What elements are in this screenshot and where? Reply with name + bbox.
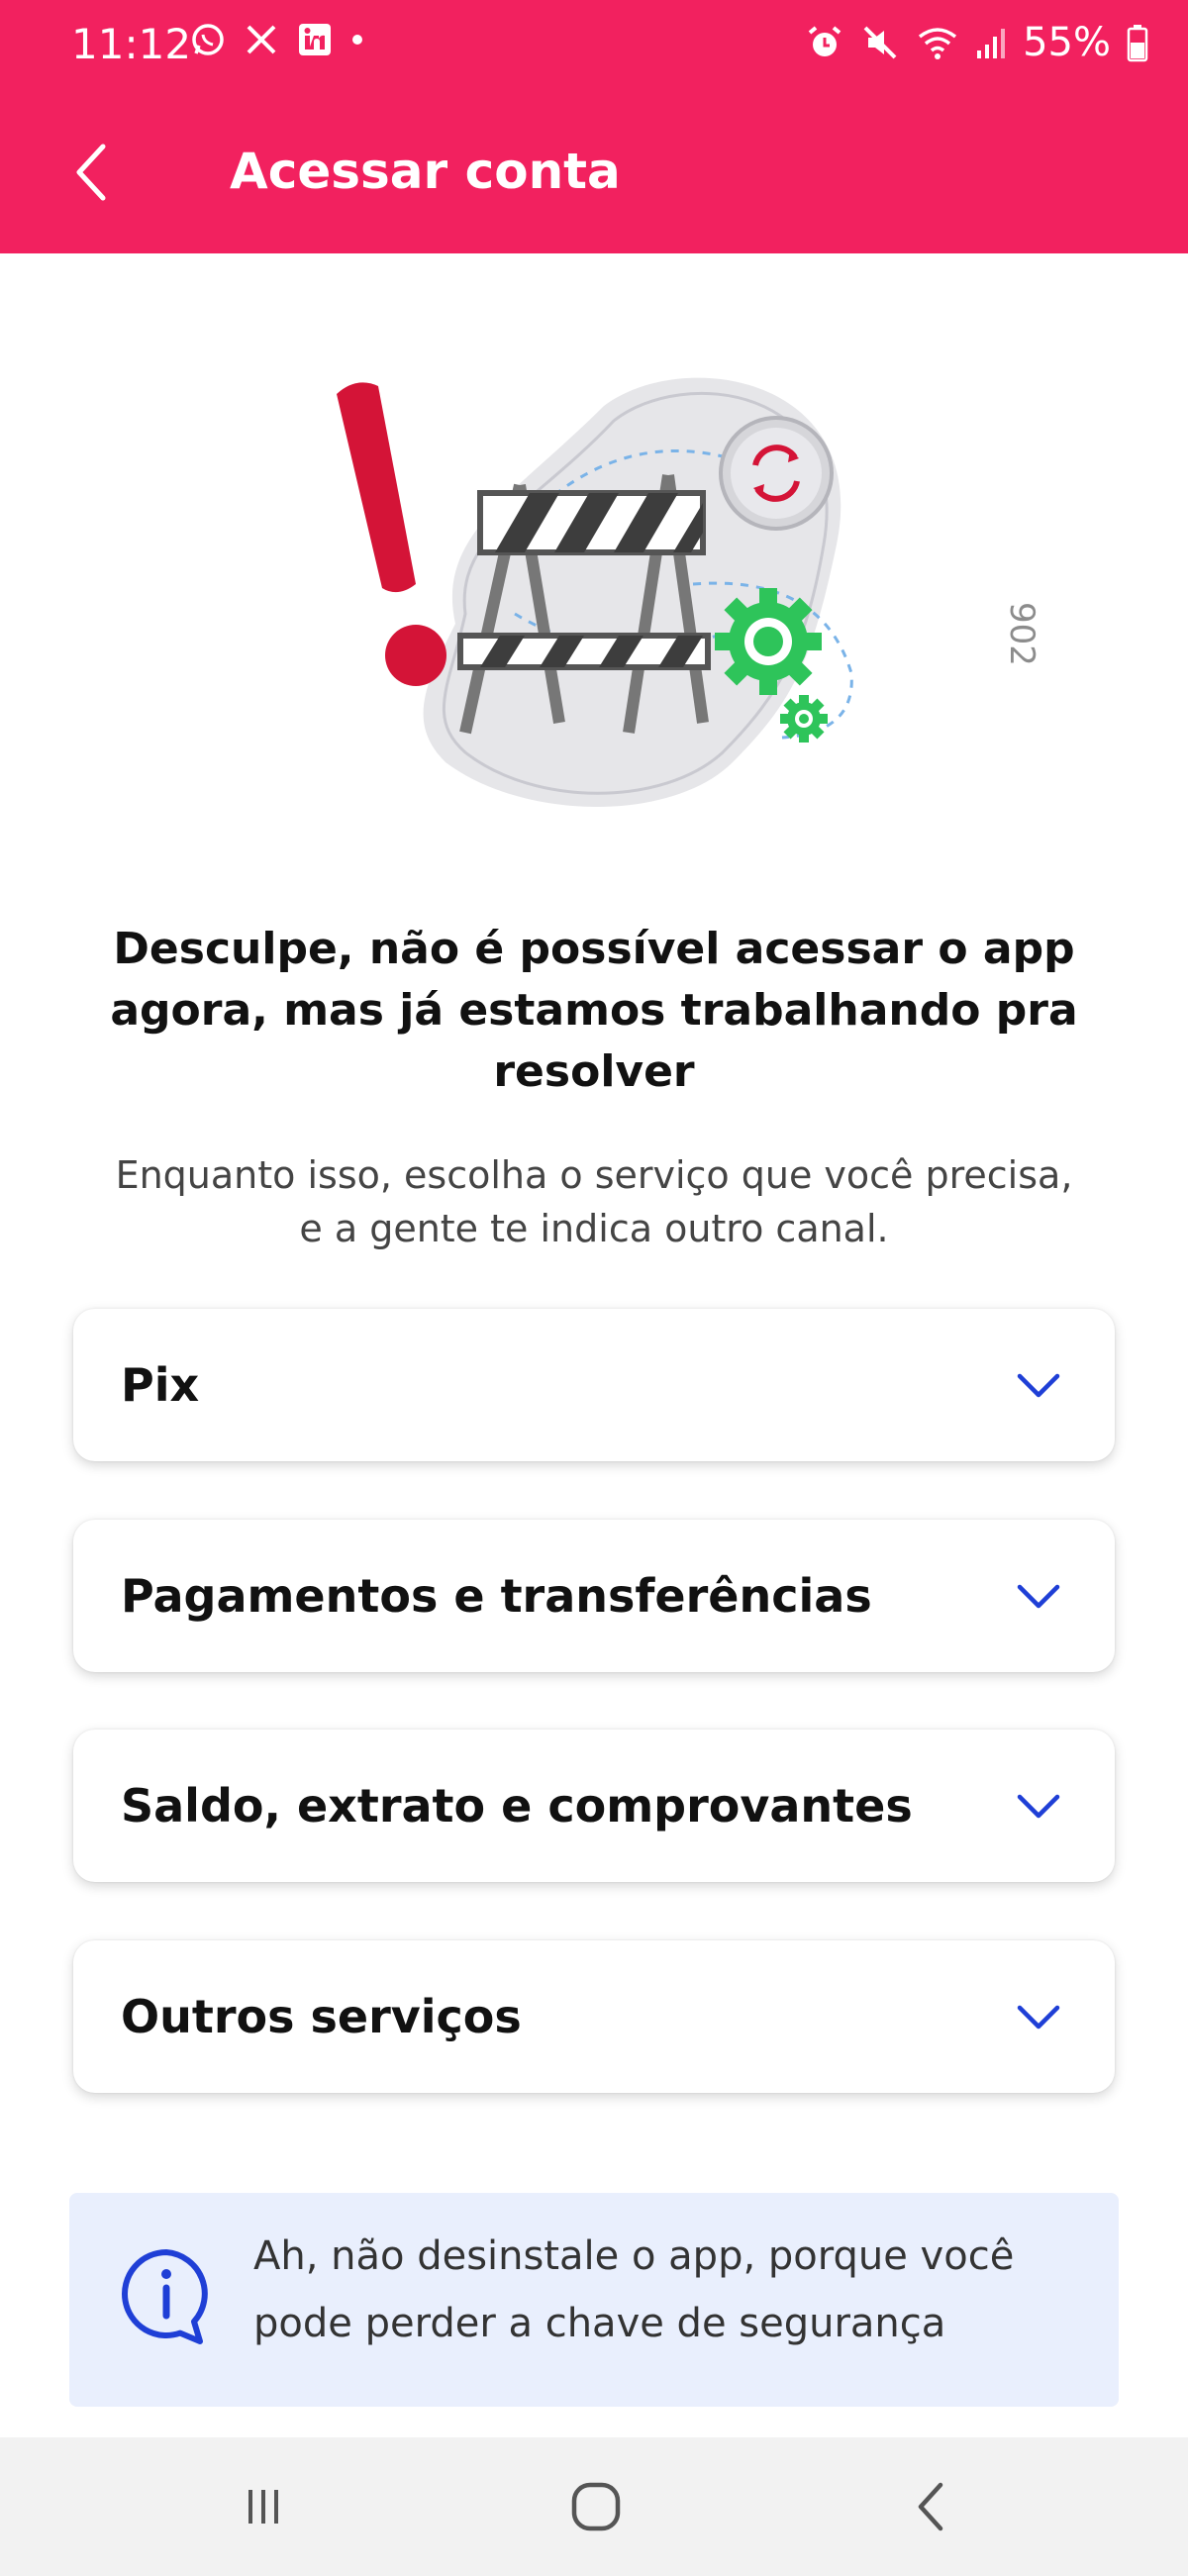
home-button[interactable] bbox=[556, 2477, 636, 2536]
build-code: 902 bbox=[1002, 602, 1041, 666]
heading-line: agora, mas já estamos trabalhando pra bbox=[110, 985, 1078, 1036]
info-line: Ah, não desinstale o app, porque você bbox=[253, 2233, 1015, 2279]
info-icon bbox=[122, 2249, 208, 2344]
signal-icon bbox=[977, 29, 1006, 58]
battery-icon bbox=[1127, 25, 1148, 62]
subtext-line: e a gente te indica outro canal. bbox=[299, 1207, 889, 1250]
error-heading: Desculpe, não é possível acessar o app a… bbox=[59, 919, 1129, 1103]
app-bar: Acessar conta bbox=[0, 93, 1188, 253]
home-icon bbox=[571, 2482, 621, 2531]
chevron-down-icon bbox=[1017, 1373, 1060, 1398]
accordion-outros[interactable]: Outros serviços bbox=[73, 1940, 1115, 2093]
accordion-label: Outros serviços bbox=[121, 1990, 522, 2043]
accordion-label: Pagamentos e transferências bbox=[121, 1569, 872, 1623]
dot-icon bbox=[352, 35, 362, 45]
heading-line: resolver bbox=[493, 1046, 695, 1097]
nav-back-button[interactable] bbox=[891, 2477, 970, 2536]
accordion-label: Saldo, extrato e comprovantes bbox=[121, 1779, 913, 1833]
accordion-saldo[interactable]: Saldo, extrato e comprovantes bbox=[73, 1730, 1115, 1882]
info-line: pode perder a chave de segurança bbox=[253, 2301, 946, 2346]
chevron-down-icon bbox=[1017, 2005, 1060, 2030]
status-right: 55% bbox=[805, 20, 1148, 65]
info-text: Ah, não desinstale o app, porque você po… bbox=[253, 2223, 1085, 2357]
chevron-left-icon bbox=[76, 144, 106, 201]
wifi-icon bbox=[919, 28, 957, 59]
maintenance-illustration bbox=[317, 366, 871, 832]
back-button[interactable] bbox=[51, 133, 131, 212]
info-box: Ah, não desinstale o app, porque você po… bbox=[69, 2193, 1119, 2407]
mute-icon bbox=[863, 26, 897, 59]
whatsapp-icon bbox=[192, 24, 224, 55]
linkedin-icon bbox=[299, 24, 331, 55]
screen: 11:12 55% Acessar conta 902 Desculpe, nã… bbox=[0, 0, 1188, 2576]
status-bar: 11:12 55% bbox=[0, 0, 1188, 93]
error-subtext: Enquanto isso, escolha o serviço que voc… bbox=[50, 1148, 1138, 1255]
alarm-icon bbox=[808, 26, 842, 56]
x-icon bbox=[247, 25, 276, 54]
heading-line: Desculpe, não é possível acessar o app bbox=[113, 924, 1075, 974]
recent-apps-button[interactable] bbox=[224, 2477, 303, 2536]
status-time: 11:12 bbox=[71, 20, 192, 68]
status-left-icons bbox=[190, 22, 364, 57]
recent-apps-icon bbox=[248, 2490, 278, 2524]
battery-percent: 55% bbox=[1023, 20, 1111, 65]
system-nav-bar bbox=[0, 2437, 1188, 2576]
barrier-illustration-icon bbox=[337, 377, 853, 807]
accordion-label: Pix bbox=[121, 1358, 200, 1412]
accordion-pix[interactable]: Pix bbox=[73, 1309, 1115, 1461]
chevron-down-icon bbox=[1017, 1794, 1060, 1819]
page-title: Acessar conta bbox=[230, 143, 621, 200]
back-icon bbox=[918, 2482, 943, 2531]
subtext-line: Enquanto isso, escolha o serviço que voc… bbox=[115, 1153, 1073, 1197]
chevron-down-icon bbox=[1017, 1584, 1060, 1609]
accordion-pagamentos[interactable]: Pagamentos e transferências bbox=[73, 1520, 1115, 1672]
